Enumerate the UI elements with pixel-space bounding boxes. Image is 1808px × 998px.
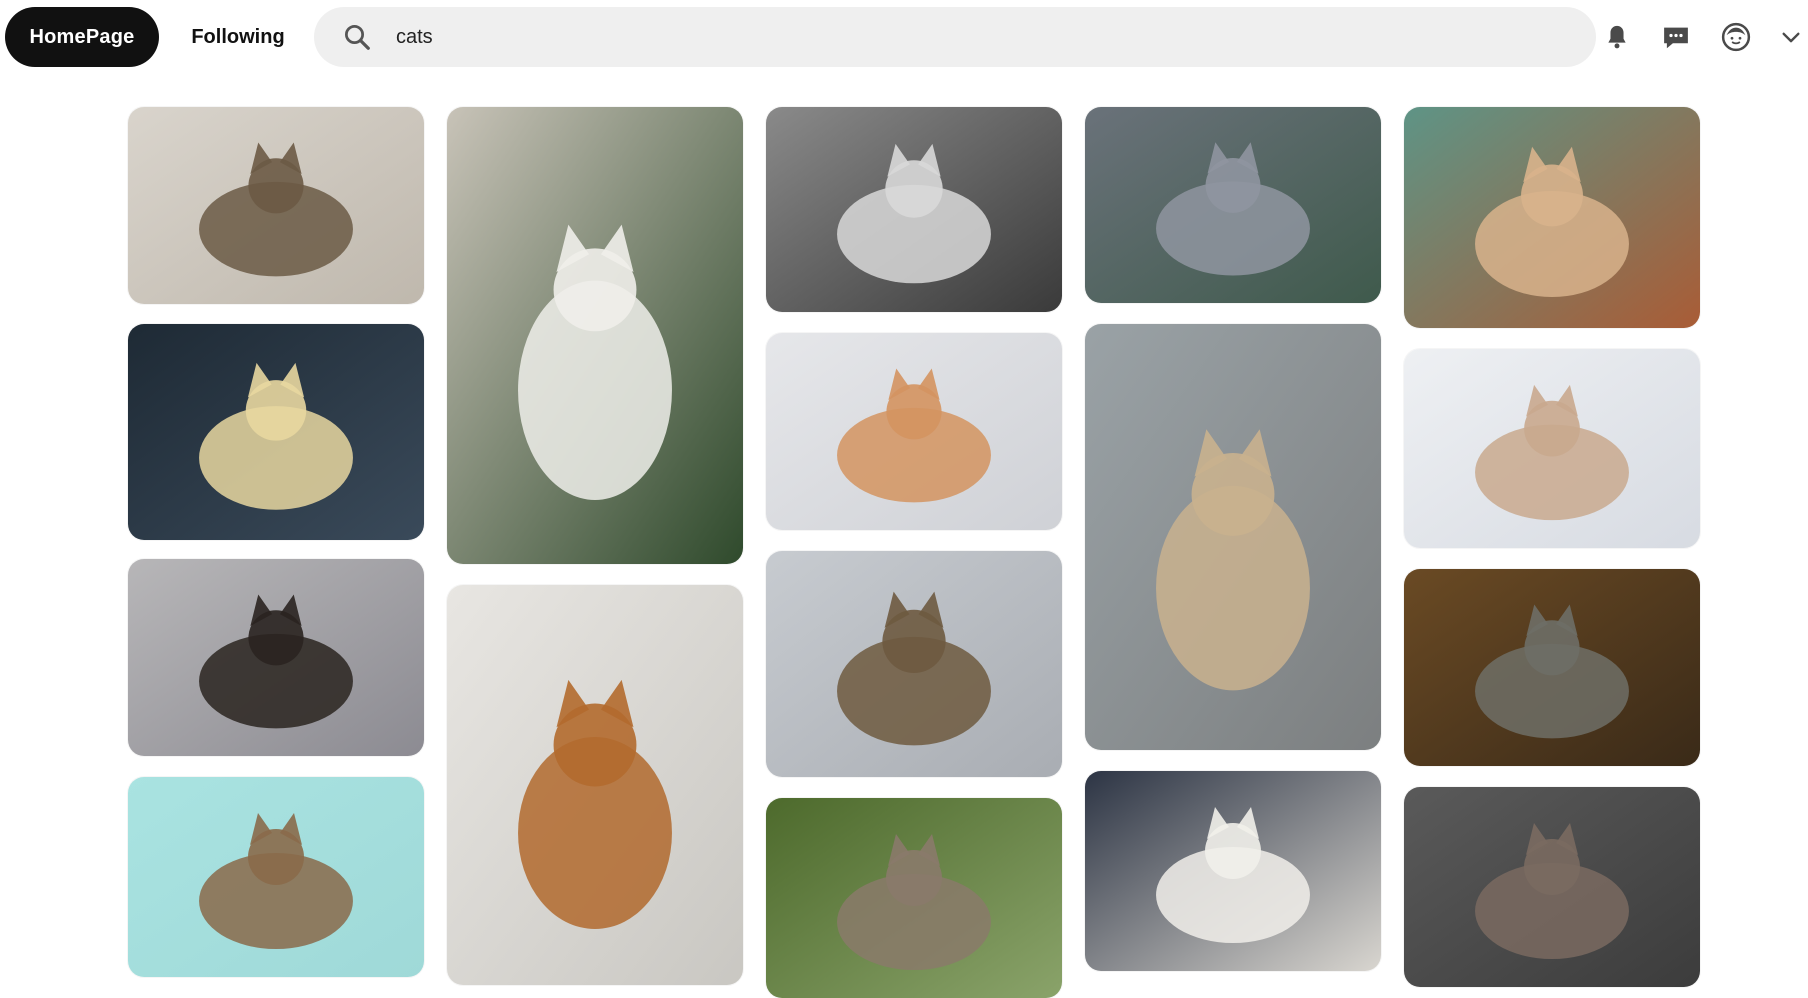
pin-image <box>128 324 424 540</box>
pin-image <box>1404 569 1700 766</box>
pin-image <box>766 107 1062 312</box>
pin-maine-coon[interactable] <box>1085 324 1381 750</box>
pin-image <box>1404 787 1700 987</box>
pin-cat-blanket[interactable] <box>1404 349 1700 548</box>
pin-image <box>766 333 1062 530</box>
pin-tabby-sofa[interactable] <box>128 107 424 304</box>
pin-ginger-sleeping[interactable] <box>447 585 743 985</box>
pin-cat-upside-down[interactable] <box>1404 107 1700 328</box>
pin-white-persian-plant[interactable] <box>447 107 743 564</box>
pin-bokeh-cat[interactable] <box>128 324 424 540</box>
pin-image <box>1085 324 1381 750</box>
pin-image <box>1404 349 1700 548</box>
pin-white-cat-bed[interactable] <box>1085 771 1381 971</box>
pin-image <box>128 777 424 977</box>
pin-grey-licking[interactable] <box>1085 107 1381 303</box>
pin-image <box>1085 771 1381 971</box>
pin-image <box>128 107 424 304</box>
pin-yawning-cat[interactable] <box>766 333 1062 530</box>
pin-image <box>1404 107 1700 328</box>
pin-cat-computer[interactable] <box>766 107 1062 312</box>
pin-image <box>447 107 743 564</box>
pin-two-cats[interactable] <box>128 559 424 756</box>
pin-image <box>766 551 1062 777</box>
pin-image <box>447 585 743 985</box>
pin-dark-grey[interactable] <box>1404 787 1700 987</box>
pin-image <box>766 798 1062 998</box>
pin-grid <box>0 0 1808 998</box>
pin-image <box>1085 107 1381 303</box>
pin-teal-cat[interactable] <box>128 777 424 977</box>
pin-tabby-portrait[interactable] <box>766 551 1062 777</box>
pin-image <box>128 559 424 756</box>
pin-kitten-tree[interactable] <box>766 798 1062 998</box>
pin-standing-cat[interactable] <box>1404 569 1700 766</box>
